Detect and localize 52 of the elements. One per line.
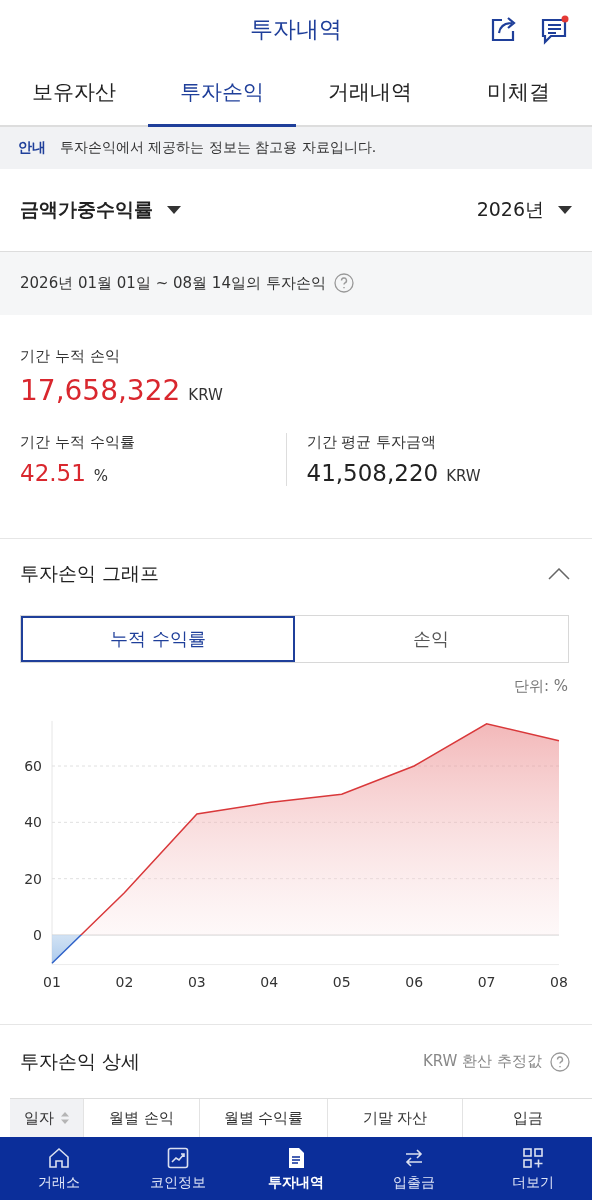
summary-label: 기간 누적 손익	[20, 346, 121, 366]
axis-tick: 0	[33, 926, 42, 943]
message-icon[interactable]	[540, 15, 570, 45]
column-header: 월별 수익률	[223, 1108, 304, 1128]
axis-tick: 60	[24, 757, 42, 774]
estimate-note: KRW 환산 추정값	[422, 1052, 542, 1072]
nav-item[interactable]: 입출금	[355, 1137, 474, 1200]
notice-tag: 안내	[18, 138, 46, 157]
summary-label: 기간 누적 수익률	[20, 432, 136, 452]
axis-tick: 20	[24, 870, 42, 887]
axis-tick: 07	[477, 973, 496, 990]
axis-tick: 04	[260, 973, 279, 990]
tab[interactable]: 거래내역	[296, 59, 444, 127]
axis-tick: 05	[332, 973, 351, 990]
axis-tick: 06	[405, 973, 424, 990]
pnl-value: 17,658,322	[20, 373, 181, 407]
notice-text: 투자손익에서 제공하는 정보는 참고용 자료입니다.	[60, 138, 377, 157]
unit-label: %	[93, 466, 109, 485]
column-header: 월별 손익	[109, 1108, 174, 1128]
axis-tick: 01	[43, 973, 61, 990]
unit-note: 단위: %	[513, 676, 568, 697]
nav-item[interactable]: 더보기	[473, 1137, 592, 1200]
section-title: 투자손익 상세	[20, 1048, 141, 1074]
unit-label: KRW	[188, 385, 223, 404]
share-icon[interactable]	[490, 15, 518, 43]
grid-plus-icon	[520, 1145, 545, 1170]
chart-icon	[165, 1145, 190, 1170]
help-icon[interactable]	[550, 1051, 570, 1072]
unit-label: KRW	[446, 466, 481, 485]
year-dropdown[interactable]: 2026년	[476, 196, 572, 223]
axis-tick: 40	[24, 813, 42, 830]
home-icon	[47, 1145, 72, 1170]
axis-tick: 02	[115, 973, 134, 990]
return-value: 42.51	[20, 459, 86, 486]
column-header: 입금	[512, 1108, 543, 1128]
tab[interactable]: 보유자산	[0, 59, 148, 127]
collapse-icon[interactable]	[548, 567, 570, 580]
nav-item[interactable]: 코인정보	[118, 1137, 237, 1200]
period-text: 2026년 01월 01일 ~ 08월 14일의 투자손익	[20, 273, 326, 293]
axis-tick: 03	[187, 973, 206, 990]
segment-button[interactable]: 누적 수익률	[21, 615, 295, 662]
investment-value: 41,508,220	[306, 459, 439, 486]
nav-item[interactable]: 거래소	[0, 1137, 119, 1200]
nav-item[interactable]: 투자내역	[236, 1137, 356, 1200]
summary-label: 기간 평균 투자금액	[306, 432, 438, 452]
axis-tick: 08	[550, 973, 568, 990]
section-title: 투자손익 그래프	[20, 560, 160, 586]
help-icon[interactable]	[333, 273, 354, 294]
column-header: 기말 자산	[362, 1108, 428, 1128]
method-dropdown[interactable]: 금액가중수익률	[20, 196, 181, 223]
page-title: 투자내역	[250, 15, 342, 45]
tab[interactable]: 미체결	[444, 59, 592, 127]
